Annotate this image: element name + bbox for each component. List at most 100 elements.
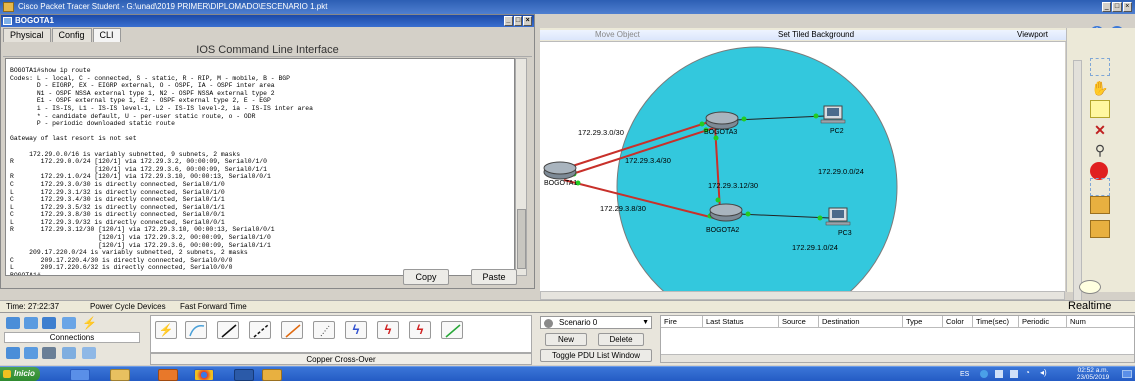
resize-tool-icon[interactable] [1090,178,1110,196]
pdu-col-last-status[interactable]: Last Status [703,316,779,327]
router-bogota1[interactable] [543,161,577,180]
cli-terminal[interactable]: BOGOTA1#show ip route Codes: L - local, … [5,58,515,276]
category-security-icon[interactable] [24,347,38,359]
link-light [813,113,819,119]
pdu-col-fire[interactable]: Fire [661,316,703,327]
network-label-172-29-0-0: 172.29.0.0/24 [818,167,864,176]
router-bogota3[interactable] [705,111,739,130]
device-maximize-button[interactable]: □ [513,16,523,26]
terminal-scrollbar-thumb[interactable] [517,209,526,269]
category-routers-icon[interactable] [6,317,20,329]
tray-network-icon[interactable] [980,370,988,378]
taskbar-word-icon[interactable] [234,369,254,381]
pdu-col-num[interactable]: Num [1067,316,1097,327]
new-scenario-button[interactable]: New [545,333,587,346]
tray-display-icon[interactable] [995,370,1003,378]
tab-physical[interactable]: Physical [3,28,51,42]
complex-pdu-icon[interactable] [1090,220,1110,238]
serial-dte-icon[interactable]: ϟ [409,321,431,339]
pc-pc3[interactable] [825,207,851,226]
pdu-col-color[interactable]: Color [943,316,973,327]
taskbar-chrome-icon[interactable] [194,369,214,381]
pdu-list-scrollbar[interactable] [661,354,1134,362]
pdu-col-periodic[interactable]: Periodic [1019,316,1067,327]
taskbar-packet-tracer-icon[interactable] [262,369,282,381]
workspace-horizontal-scrollbar[interactable] [540,291,1065,300]
link-light [699,121,705,127]
device-window-controls: _ □ × [504,16,533,26]
link-light [817,215,823,221]
category-connections-icon[interactable]: ⚡ [82,317,97,329]
router-bogota2[interactable] [709,203,743,222]
start-button[interactable]: Inicio [0,367,40,381]
hand-tool-icon[interactable]: ✋ [1090,80,1110,98]
auto-connection-icon[interactable]: ⚡ [155,321,177,339]
tool-panel-scrollbar[interactable] [1073,60,1082,310]
link-light [741,116,747,122]
logical-workspace[interactable]: BOGOTA1 BOGOTA3 BOGOTA2 PC2 PC3 172.29.3… [540,42,1065,328]
category-switches-icon[interactable] [24,317,38,329]
select-tool-icon[interactable] [1090,58,1110,76]
device-window: BOGOTA1 _ □ × Physical Config CLI IOS Co… [0,14,535,289]
show-desktop-icon[interactable] [1122,370,1132,378]
category-custom-icon[interactable] [62,347,76,359]
network-label-172-29-3-4: 172.29.3.4/30 [625,156,671,165]
category-multiuser-icon[interactable] [82,347,96,359]
status-bar: Time: 27:22:37 Power Cycle Devices Fast … [0,300,1135,312]
minimize-button[interactable]: _ [1102,2,1112,12]
set-tiled-background-button[interactable]: Set Tiled Background [778,28,854,42]
pdu-col-source[interactable]: Source [779,316,819,327]
device-window-title-bar[interactable]: BOGOTA1 _ □ × [1,15,534,27]
console-cable-icon[interactable] [185,321,207,339]
tray-volume-icon[interactable]: ◂) [1040,368,1047,377]
serial-dce-icon[interactable]: ϟ [377,321,399,339]
maximize-button[interactable]: □ [1112,2,1122,12]
tab-cli[interactable]: CLI [92,28,121,42]
coaxial-cable-icon[interactable]: ϟ [345,321,367,339]
category-hubs-icon[interactable] [42,317,56,329]
clock-date: 23/05/2019 [1076,374,1110,381]
terminal-scrollbar[interactable] [515,58,527,276]
pdu-col-type[interactable]: Type [903,316,943,327]
router-icon [3,17,12,25]
delete-scenario-button[interactable]: Delete [598,333,644,346]
delete-tool-icon[interactable]: ✕ [1090,122,1110,140]
tray-battery-icon[interactable] [1010,370,1018,378]
chevron-down-icon: ▼ [642,319,649,326]
category-wan-emulation-icon[interactable] [42,347,56,359]
inspect-tool-icon[interactable]: ⚲ [1090,142,1110,160]
category-wireless-icon[interactable] [62,317,76,329]
device-close-button[interactable]: × [523,16,533,26]
link-light [713,135,719,141]
device-window-title: BOGOTA1 [15,16,54,25]
move-object-button[interactable]: Move Object [595,28,640,42]
clock[interactable]: 02:52 a.m. 23/05/2019 [1068,367,1118,381]
pdu-col-time[interactable]: Time(sec) [973,316,1019,327]
realtime-mode-icon[interactable] [1079,280,1101,294]
note-tool-icon[interactable] [1090,100,1110,118]
app-title: Cisco Packet Tracer Student - G:\unad\20… [18,2,328,11]
category-end-devices-icon[interactable] [6,347,20,359]
simple-pdu-icon[interactable] [1090,196,1110,214]
octal-cable-icon[interactable] [441,321,463,339]
scenario-select[interactable]: Scenario 0 ▼ [540,316,652,329]
paste-button[interactable]: Paste [471,269,517,285]
pdu-col-destination[interactable]: Destination [819,316,903,327]
phone-cable-icon[interactable] [313,321,335,339]
selected-connection-label: Copper Cross-Over [150,353,532,365]
viewport-button[interactable]: Viewport [1017,28,1048,42]
language-indicator[interactable]: ES [960,369,969,381]
close-button[interactable]: × [1122,2,1132,12]
fiber-icon[interactable] [281,321,303,339]
copy-button[interactable]: Copy [403,269,449,285]
copper-straight-through-icon[interactable] [217,321,239,339]
taskbar-outlook-icon[interactable] [70,369,90,381]
tab-config[interactable]: Config [51,28,92,42]
toggle-pdu-list-button[interactable]: Toggle PDU List Window [540,349,652,362]
taskbar-office-icon[interactable] [158,369,178,381]
device-minimize-button[interactable]: _ [504,16,513,26]
copper-cross-over-icon[interactable] [249,321,271,339]
pc-pc2[interactable] [820,105,846,124]
tray-wifi-icon[interactable]: ◔ [1025,368,1030,377]
taskbar-file-explorer-icon[interactable] [110,369,130,381]
